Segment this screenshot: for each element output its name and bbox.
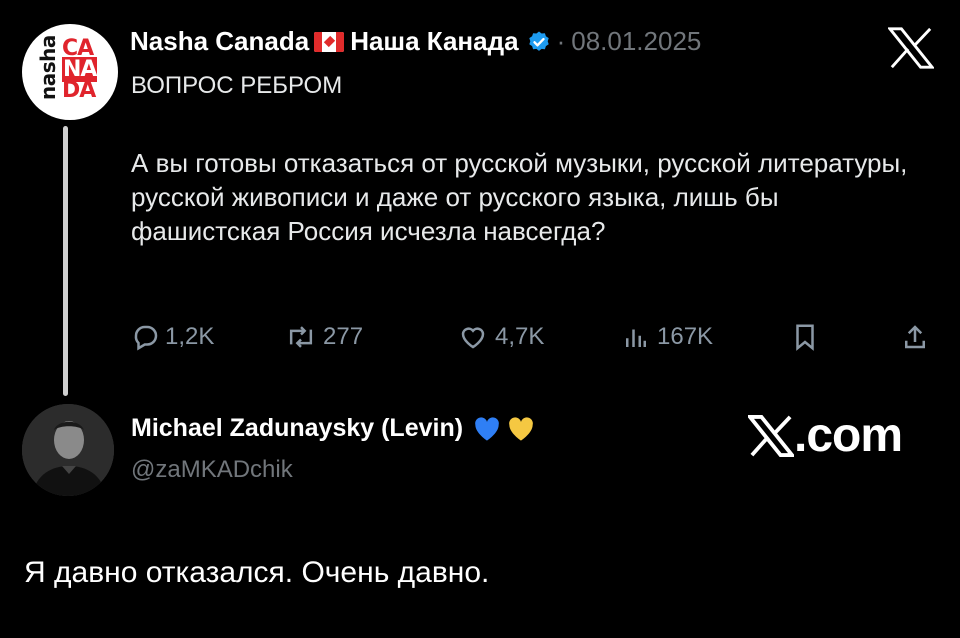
post-headline: ВОПРОС РЕБРОМ [131, 72, 343, 99]
like-action[interactable]: 4,7K [457, 322, 544, 352]
bookmark-button[interactable] [791, 322, 819, 352]
action-bar: 1,2K 277 4,7K 167K [131, 322, 941, 362]
avatar-nasha-text: nasha [36, 35, 60, 100]
author-name[interactable]: Nasha Canada [130, 26, 309, 57]
thread-line [63, 126, 68, 396]
blue-heart-icon [475, 416, 499, 441]
like-icon [461, 327, 485, 349]
post-header: Nasha Canada Наша Канада · 08.01.2025 [130, 26, 701, 57]
views-count: 167K [657, 323, 714, 350]
reply-author-avatar[interactable] [22, 404, 114, 496]
reply-count: 1,2K [165, 323, 215, 350]
yellow-heart-icon [509, 416, 533, 441]
x-com-watermark: .com [748, 408, 903, 463]
person-photo-icon [22, 404, 114, 496]
bookmark-icon [796, 324, 814, 351]
post-date-separator: · [556, 26, 566, 56]
reply-icon [134, 325, 158, 351]
views-icon [626, 329, 646, 347]
canada-flag-icon [314, 31, 345, 52]
nasha-canada-avatar[interactable]: nasha CA NA DA [22, 24, 118, 120]
reply-action[interactable]: 1,2K [131, 322, 214, 352]
watermark-text: .com [794, 409, 903, 462]
avatar-canada-letters: CA NA DA [62, 36, 97, 103]
x-logo-icon [748, 414, 794, 457]
like-count: 4,7K [495, 323, 545, 350]
repost-count: 277 [323, 323, 364, 350]
reply-text: Я давно отказался. Очень давно. [24, 556, 490, 589]
x-logo-icon [888, 27, 934, 69]
reply-author-handle[interactable]: @zaMKADchik [131, 456, 293, 484]
reply-author-name[interactable]: Michael Zadunaysky (Levin) [131, 414, 463, 443]
post-body: А вы готовы отказаться от русской музыки… [131, 148, 908, 246]
share-button[interactable] [901, 322, 929, 352]
reply-author-header: Michael Zadunaysky (Levin) [131, 414, 535, 443]
repost-action[interactable]: 277 [285, 322, 363, 352]
verified-badge-icon [528, 31, 549, 51]
repost-icon [289, 326, 313, 348]
post-date[interactable]: 08.01.2025 [571, 26, 701, 57]
author-name-ru[interactable]: Наша Канада [350, 26, 518, 57]
share-icon [905, 325, 925, 349]
views-action[interactable]: 167K [623, 322, 713, 352]
